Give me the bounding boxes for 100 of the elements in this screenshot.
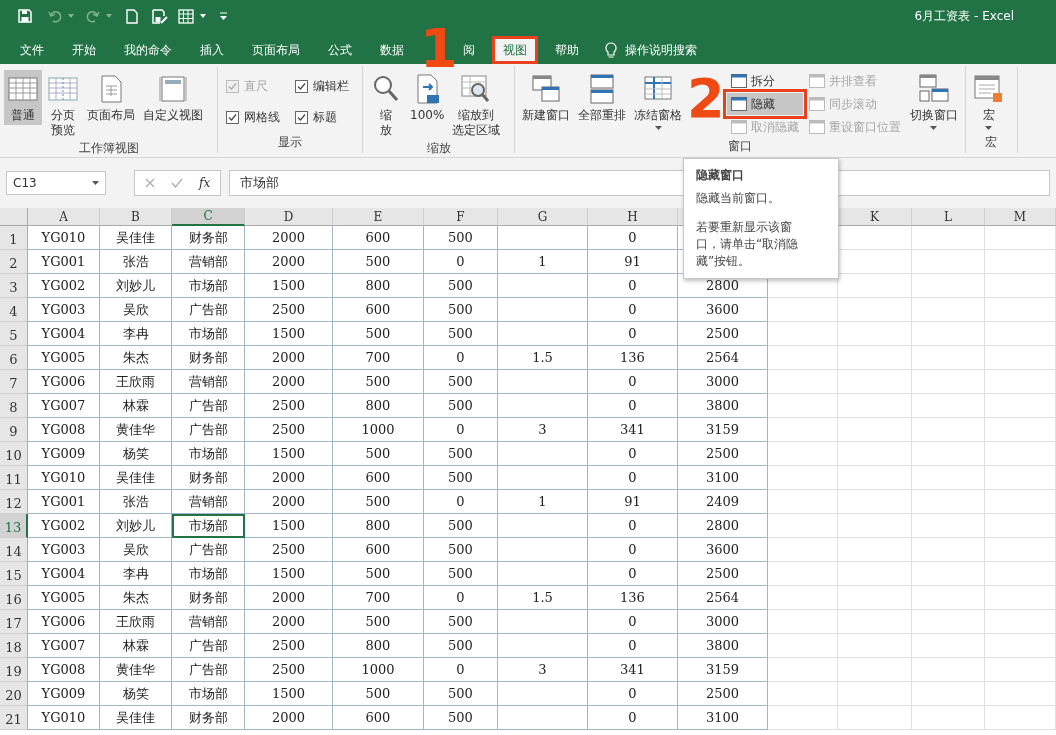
table-cell [985, 250, 1056, 274]
row-header[interactable]: 11 [0, 466, 28, 490]
ribbon-tab[interactable]: 文件 [9, 36, 55, 64]
table-cell: 广告部 [172, 418, 245, 442]
checkbox-label[interactable]: 标题 [313, 109, 337, 126]
new-file-icon[interactable] [126, 8, 138, 24]
table-cell: 1 [498, 490, 588, 514]
row-header[interactable]: 19 [0, 658, 28, 682]
caret-icon [92, 181, 99, 185]
table-cell: YG005 [28, 586, 100, 610]
window-icon [808, 97, 825, 111]
table-cell [985, 706, 1056, 730]
customize-icon[interactable] [220, 12, 227, 20]
row-header[interactable]: 8 [0, 394, 28, 418]
table-cell: 2000 [245, 346, 333, 370]
row-header[interactable]: 6 [0, 346, 28, 370]
row-header[interactable]: 15 [0, 562, 28, 586]
table-cell [985, 682, 1056, 706]
ribbon-button[interactable]: 缩 放 [367, 70, 405, 140]
ribbon-button[interactable]: 新建窗口 [519, 70, 573, 125]
row-header[interactable]: 3 [0, 274, 28, 298]
ribbon-tab[interactable]: 我的命令 [113, 36, 183, 64]
checkbox[interactable] [226, 111, 239, 124]
row-header[interactable]: 13 [0, 514, 28, 538]
row-header[interactable]: 16 [0, 586, 28, 610]
grid-icon[interactable] [178, 8, 194, 24]
row-header[interactable]: 9 [0, 418, 28, 442]
table-cell: 0 [588, 322, 678, 346]
ribbon-button[interactable]: 全部重排 [575, 70, 629, 125]
ribbon-button[interactable]: 普通 [4, 70, 42, 125]
caret-icon[interactable] [200, 14, 206, 18]
check-icon[interactable] [171, 178, 183, 188]
checkbox-label[interactable]: 编辑栏 [313, 78, 349, 95]
row-header[interactable]: 14 [0, 538, 28, 562]
column-header[interactable]: A [28, 208, 100, 226]
save-icon[interactable] [18, 9, 32, 23]
lightbulb-icon[interactable] [604, 41, 617, 59]
row-header[interactable]: 18 [0, 634, 28, 658]
column-header[interactable]: E [333, 208, 424, 226]
ribbon-button[interactable]: 页面布局 [84, 70, 138, 125]
table-cell: 林霖 [100, 394, 172, 418]
ribbon-tab[interactable]: 帮助 [543, 36, 590, 64]
ribbon-button[interactable]: 分页 预览 [44, 70, 82, 140]
ribbon-tab[interactable]: 阅 [460, 36, 486, 64]
row-header[interactable]: 12 [0, 490, 28, 514]
insert-function-button[interactable]: fx [199, 176, 211, 190]
tell-me-search[interactable]: 操作说明搜索 [624, 41, 697, 59]
row-header[interactable]: 5 [0, 322, 28, 346]
column-header[interactable]: C [172, 208, 245, 226]
table-cell: 1000 [333, 418, 424, 442]
checkbox[interactable] [295, 80, 308, 93]
window-icon [730, 74, 747, 88]
row-header[interactable]: 17 [0, 610, 28, 634]
table-cell [768, 298, 838, 322]
table-cell: 2500 [245, 394, 333, 418]
table-cell: YG010 [28, 226, 100, 250]
table-cell: 3 [498, 418, 588, 442]
window-icon [808, 74, 825, 88]
name-box[interactable]: C13 [6, 171, 106, 195]
table-cell: 吴欣 [100, 298, 172, 322]
column-header[interactable]: D [245, 208, 333, 226]
row-header[interactable]: 21 [0, 706, 28, 730]
column-header[interactable]: F [424, 208, 498, 226]
column-header[interactable]: M [985, 208, 1056, 226]
save-edit-icon[interactable] [152, 8, 168, 24]
table-cell [985, 226, 1056, 250]
column-header[interactable]: K [838, 208, 912, 226]
ribbon-tab[interactable]: 公式 [317, 36, 363, 64]
row-header[interactable]: 10 [0, 442, 28, 466]
column-header[interactable]: L [912, 208, 985, 226]
table-cell [768, 466, 838, 490]
ribbon-tab[interactable]: 页面布局 [241, 36, 311, 64]
row-header[interactable]: 1 [0, 226, 28, 250]
table-cell: 3600 [678, 298, 768, 322]
table-cell: YG003 [28, 538, 100, 562]
table-cell [768, 706, 838, 730]
table-cell: 朱杰 [100, 346, 172, 370]
checkbox[interactable] [295, 111, 308, 124]
ribbon-tab[interactable]: 数据 [369, 36, 415, 64]
row-header[interactable]: 7 [0, 370, 28, 394]
checkbox-label[interactable]: 网格线 [244, 109, 280, 126]
table-cell: 0 [588, 226, 678, 250]
row-header[interactable]: 4 [0, 298, 28, 322]
column-header[interactable]: G [498, 208, 588, 226]
column-header[interactable]: B [100, 208, 172, 226]
ribbon-button[interactable]: 冻结窗格 [631, 70, 685, 132]
table-cell: 91 [588, 490, 678, 514]
table-cell [768, 634, 838, 658]
row-header[interactable]: 2 [0, 250, 28, 274]
column-header[interactable]: H [588, 208, 678, 226]
ribbon-tab[interactable]: 插入 [189, 36, 235, 64]
ribbon-button[interactable]: 切换窗口 [906, 70, 961, 132]
ribbon-button[interactable]: 宏 [969, 70, 1008, 132]
table-cell: 3800 [678, 634, 768, 658]
ribbon-button[interactable]: 自定义视图 [140, 70, 206, 125]
ribbon-tab[interactable]: 视图 [491, 36, 538, 64]
table-cell [985, 610, 1056, 634]
table-cell: 500 [424, 634, 498, 658]
ribbon-tab[interactable]: 开始 [61, 36, 107, 64]
row-header[interactable]: 20 [0, 682, 28, 706]
